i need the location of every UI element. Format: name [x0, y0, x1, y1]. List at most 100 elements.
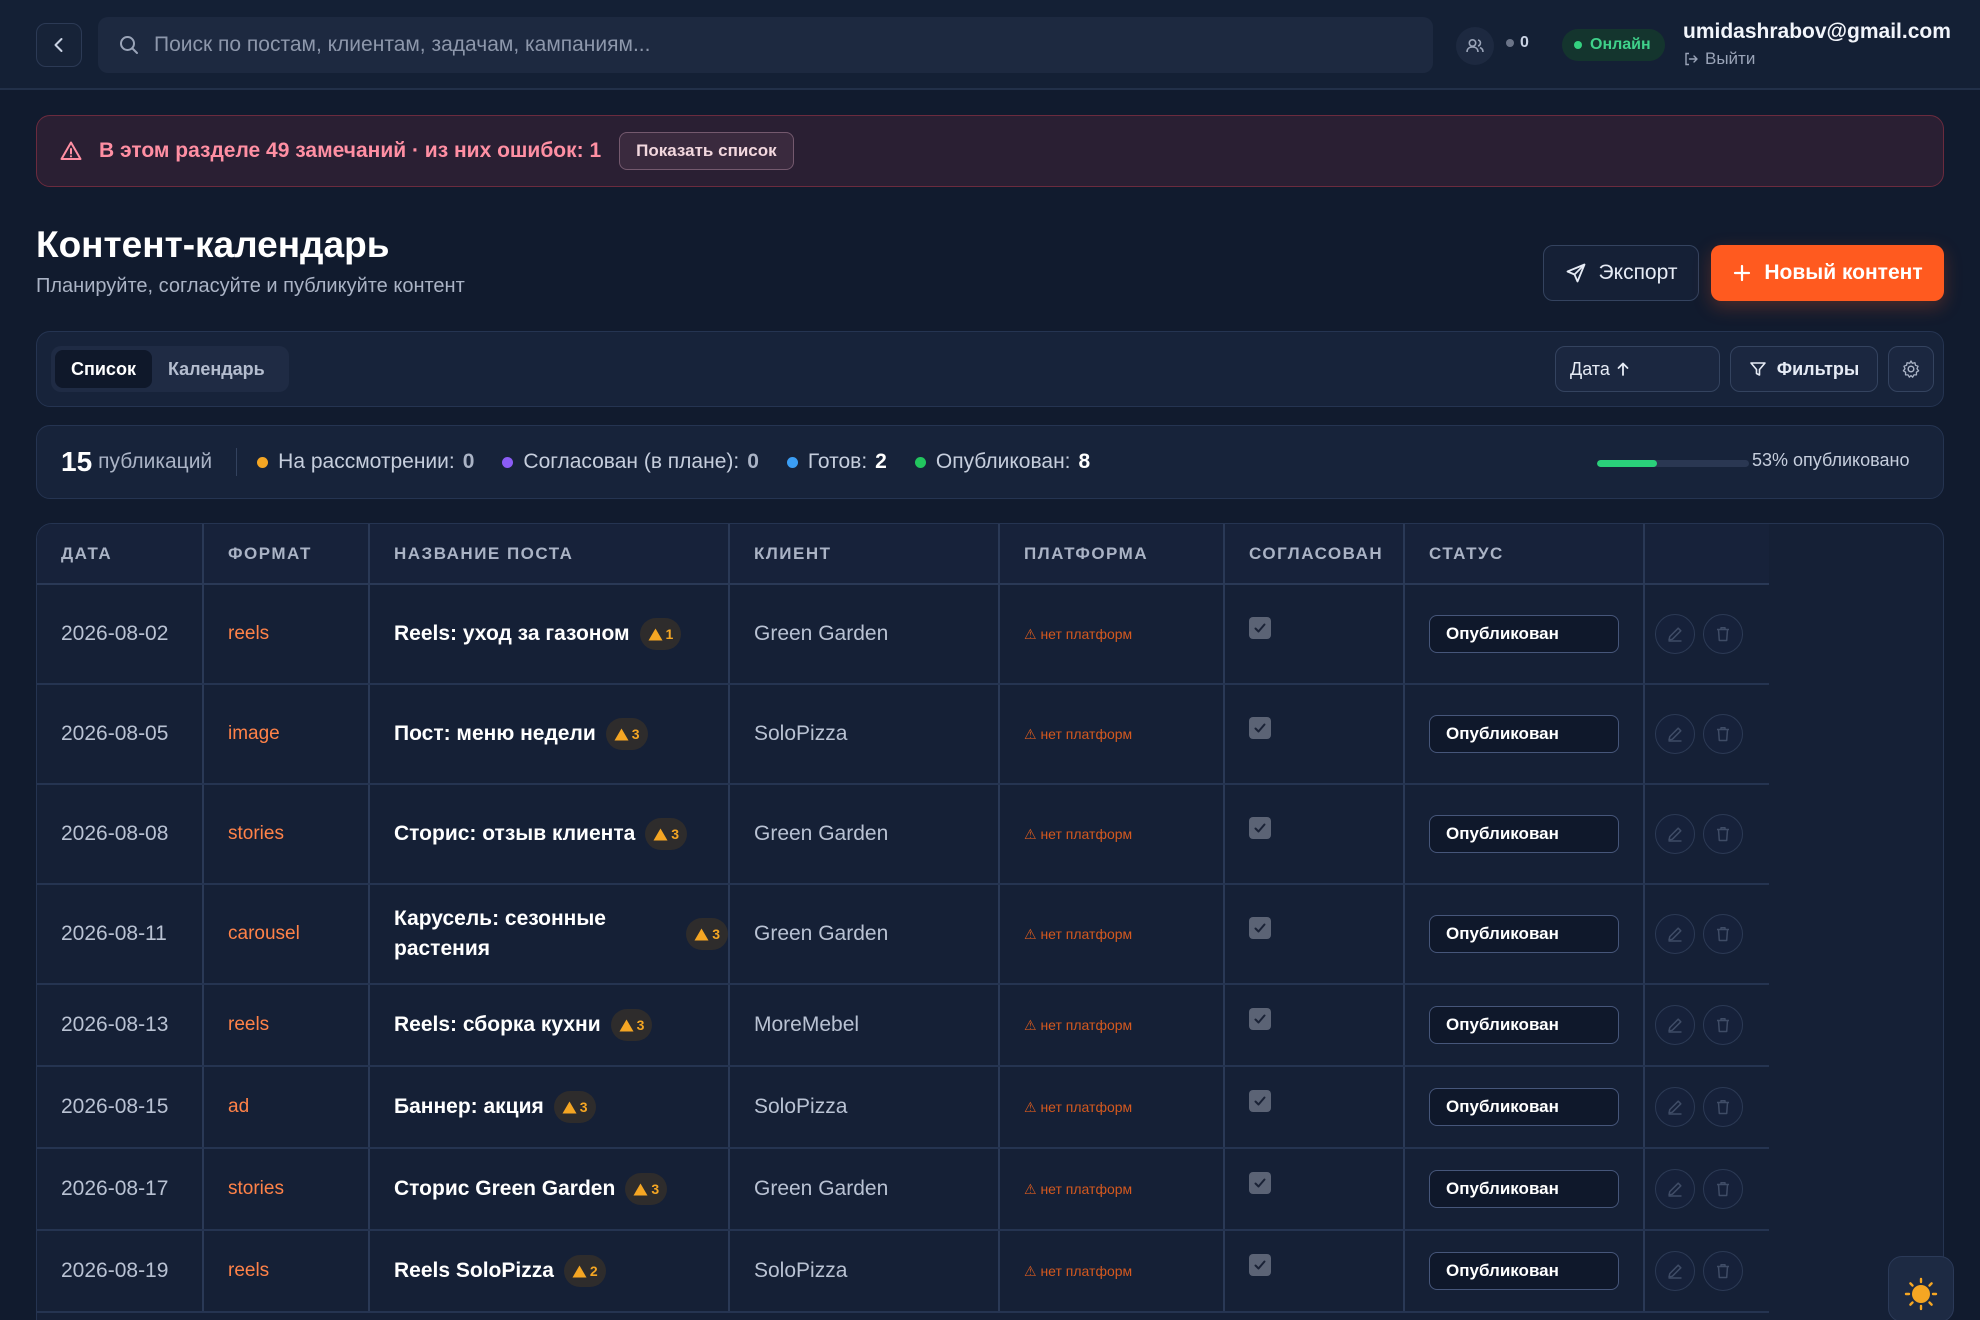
post-title[interactable]: Баннер: акция	[394, 1092, 544, 1122]
table-row[interactable]: 2026-08-11 carousel Карусель: сезонные рас…	[37, 884, 1769, 985]
post-title[interactable]: Сторис Green Garden	[394, 1174, 615, 1204]
tab-calendar[interactable]: Календарь	[152, 350, 281, 388]
theme-toggle-button[interactable]	[1888, 1256, 1954, 1320]
edit-button[interactable]	[1655, 614, 1695, 654]
delete-button[interactable]	[1703, 1169, 1743, 1209]
title-cell[interactable]: Reels: сборка кухни 3	[369, 984, 730, 1067]
client-cell: SoloPizza	[729, 1066, 1000, 1149]
approved-checkbox[interactable]	[1249, 717, 1271, 739]
edit-button[interactable]	[1655, 814, 1695, 854]
column-header-title[interactable]: НАЗВАНИЕ ПОСТА	[369, 524, 730, 585]
title-cell[interactable]: Карусель: сезонные растения 3	[369, 884, 730, 985]
filters-button[interactable]: Фильтры	[1730, 346, 1878, 392]
delete-button[interactable]	[1703, 814, 1743, 854]
title-cell[interactable]: Пост: меню недели 3	[369, 684, 730, 785]
edit-button[interactable]	[1655, 914, 1695, 954]
warning-badge[interactable]: 1	[639, 618, 682, 650]
title-cell[interactable]: Сторис: отзыв клиента 3	[369, 784, 730, 885]
table-row[interactable]: 2026-08-19 reels Reels SoloPizza 2 SoloPizza…	[37, 1230, 1769, 1313]
approved-checkbox[interactable]	[1249, 617, 1271, 639]
approved-checkbox[interactable]	[1249, 1008, 1271, 1030]
status-select[interactable]: Опубликован	[1429, 1170, 1619, 1208]
warning-triangle-icon: ⚠	[1024, 1180, 1041, 1197]
trash-icon	[1717, 1182, 1729, 1197]
warning-badge[interactable]: 3	[610, 1009, 653, 1041]
back-button[interactable]	[36, 23, 82, 67]
warning-badge[interactable]: 3	[625, 1173, 668, 1205]
warning-badge[interactable]: 2	[563, 1255, 606, 1287]
post-title[interactable]: Reels: сборка кухни	[394, 1010, 601, 1040]
delete-button[interactable]	[1703, 714, 1743, 754]
status-select[interactable]: Опубликован	[1429, 615, 1619, 653]
column-header-approved[interactable]: СОГЛАСОВАН	[1224, 524, 1405, 585]
warning-badge[interactable]: 3	[686, 918, 728, 950]
status-select[interactable]: Опубликован	[1429, 1252, 1619, 1290]
column-header-date[interactable]: ДАТА	[37, 524, 204, 585]
warning-badge[interactable]: 3	[553, 1091, 596, 1123]
status-select[interactable]: Опубликован	[1429, 1088, 1619, 1126]
row-actions	[1655, 814, 1769, 854]
delete-button[interactable]	[1703, 1087, 1743, 1127]
approved-checkbox[interactable]	[1249, 817, 1271, 839]
stat-value: 0	[747, 450, 759, 473]
table-row[interactable]: 2026-08-15 ad Баннер: акция 3 SoloPizza ⚠ нет…	[37, 1066, 1769, 1149]
client-cell: Green Garden	[729, 584, 1000, 685]
title-cell[interactable]: Reels SoloPizza 2	[369, 1230, 730, 1313]
date-value: 2026-08-05	[61, 722, 169, 745]
post-title[interactable]: Пост: меню недели	[394, 719, 596, 749]
date-value: 2026-08-17	[61, 1177, 169, 1200]
column-header-platform[interactable]: ПЛАТФОРМА	[999, 524, 1225, 585]
column-header-format[interactable]: ФОРМАТ	[203, 524, 370, 585]
delete-button[interactable]	[1703, 914, 1743, 954]
arrow-up-icon	[1617, 362, 1629, 376]
post-title[interactable]: Reels: уход за газоном	[394, 619, 630, 649]
edit-button[interactable]	[1655, 1087, 1695, 1127]
table-row[interactable]: 2026-08-13 reels Reels: сборка кухни 3 MoreM…	[37, 984, 1769, 1067]
column-header-client[interactable]: КЛИЕНТ	[729, 524, 1000, 585]
online-users-button[interactable]	[1456, 27, 1494, 65]
approved-checkbox[interactable]	[1249, 1090, 1271, 1112]
sort-dropdown[interactable]: Дата	[1555, 346, 1720, 392]
approved-checkbox[interactable]	[1249, 1172, 1271, 1194]
warning-badge[interactable]: 3	[645, 818, 688, 850]
status-select[interactable]: Опубликован	[1429, 1006, 1619, 1044]
title-cell[interactable]: Сторис Green Garden 3	[369, 1148, 730, 1231]
delete-button[interactable]	[1703, 1251, 1743, 1291]
platform-value: нет платформ	[1040, 825, 1133, 842]
table-row[interactable]: 2026-08-02 reels Reels: уход за газоном 1 Gr…	[37, 584, 1769, 685]
show-list-button[interactable]: Показать список	[619, 132, 794, 170]
search-input[interactable]	[154, 33, 1404, 57]
warning-badge[interactable]: 3	[605, 718, 648, 750]
status-select[interactable]: Опубликован	[1429, 915, 1619, 953]
search-bar[interactable]	[98, 17, 1433, 73]
new-content-button[interactable]: Новый контент	[1711, 245, 1944, 301]
tab-list[interactable]: Список	[55, 350, 152, 388]
title-cell[interactable]: Reels: уход за газоном 1	[369, 584, 730, 685]
status-select[interactable]: Опубликован	[1429, 715, 1619, 753]
edit-button[interactable]	[1655, 714, 1695, 754]
post-title[interactable]: Reels SoloPizza	[394, 1256, 554, 1286]
date-value: 2026-08-13	[61, 1013, 169, 1036]
settings-button[interactable]	[1888, 346, 1934, 392]
edit-button[interactable]	[1655, 1251, 1695, 1291]
logout-link[interactable]: Выйти	[1683, 49, 1755, 69]
status-select[interactable]: Опубликован	[1429, 815, 1619, 853]
warning-count: 3	[579, 1099, 588, 1115]
post-title[interactable]: Сторис: отзыв клиента	[394, 819, 635, 849]
column-header-status[interactable]: СТАТУС	[1404, 524, 1645, 585]
delete-button[interactable]	[1703, 1005, 1743, 1045]
delete-button[interactable]	[1703, 614, 1743, 654]
export-button[interactable]: Экспорт	[1543, 245, 1699, 301]
post-title[interactable]: Карусель: сезонные растения	[394, 904, 676, 964]
edit-button[interactable]	[1655, 1005, 1695, 1045]
title-cell[interactable]: Баннер: акция 3	[369, 1066, 730, 1149]
table-row[interactable]: 2026-08-08 stories Сторис: отзыв клиента 3 G…	[37, 784, 1769, 885]
edit-button[interactable]	[1655, 1169, 1695, 1209]
approved-checkbox[interactable]	[1249, 1254, 1271, 1276]
title-wrap: Reels SoloPizza 2	[394, 1255, 728, 1287]
platform-cell: ⚠ нет платформ	[999, 684, 1225, 785]
table-row[interactable]: 2026-08-05 image Пост: меню недели 3 SoloPiz…	[37, 684, 1769, 785]
client-cell: SoloPizza	[729, 1230, 1000, 1313]
approved-checkbox[interactable]	[1249, 917, 1271, 939]
table-row[interactable]: 2026-08-17 stories Сторис Green Garden 3 Gre…	[37, 1148, 1769, 1231]
